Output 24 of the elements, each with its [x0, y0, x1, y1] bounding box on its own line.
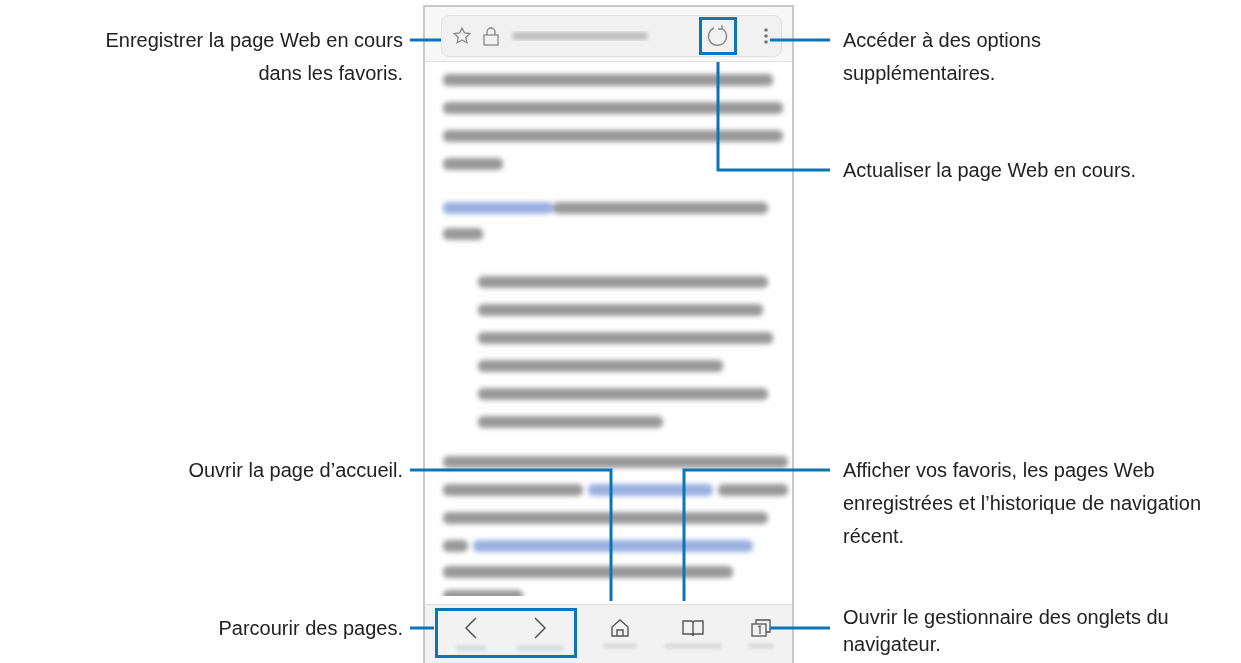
book-icon — [680, 617, 705, 639]
chevron-left-icon — [463, 615, 479, 641]
callout-text: Ouvrir le gestionnaire des onglets du navigateur. — [843, 605, 1170, 657]
back-button[interactable] — [456, 615, 486, 651]
chevron-right-icon — [532, 615, 548, 641]
lock-icon — [482, 26, 500, 46]
tabs-button[interactable] — [748, 617, 774, 649]
forward-button[interactable] — [516, 615, 564, 651]
home-icon — [609, 617, 632, 639]
leader-line — [770, 626, 830, 630]
callout-text: Accéder à des options supplémentaires. — [843, 28, 1042, 86]
callout-text: Afficher vos favoris, les pages Web enregistrées et l’historique de navigation récent. — [843, 458, 1202, 549]
home-button[interactable] — [603, 617, 638, 649]
callout-text: Parcourir des pages. — [217, 616, 403, 641]
star-icon[interactable] — [452, 26, 472, 46]
callout-text: Ouvrir la page d’accueil. — [187, 458, 403, 483]
address-bar[interactable] — [441, 15, 782, 57]
more-options-icon[interactable] — [763, 26, 769, 46]
bookmarks-button[interactable] — [663, 617, 722, 649]
leader-line — [770, 38, 830, 42]
tabs-icon — [749, 617, 773, 639]
leader-line — [410, 38, 441, 42]
callout-text: Enregistrer la page Web en cours dans les favoris. — [104, 28, 403, 86]
callout-text: Actualiser la page Web en cours. — [843, 158, 1138, 183]
